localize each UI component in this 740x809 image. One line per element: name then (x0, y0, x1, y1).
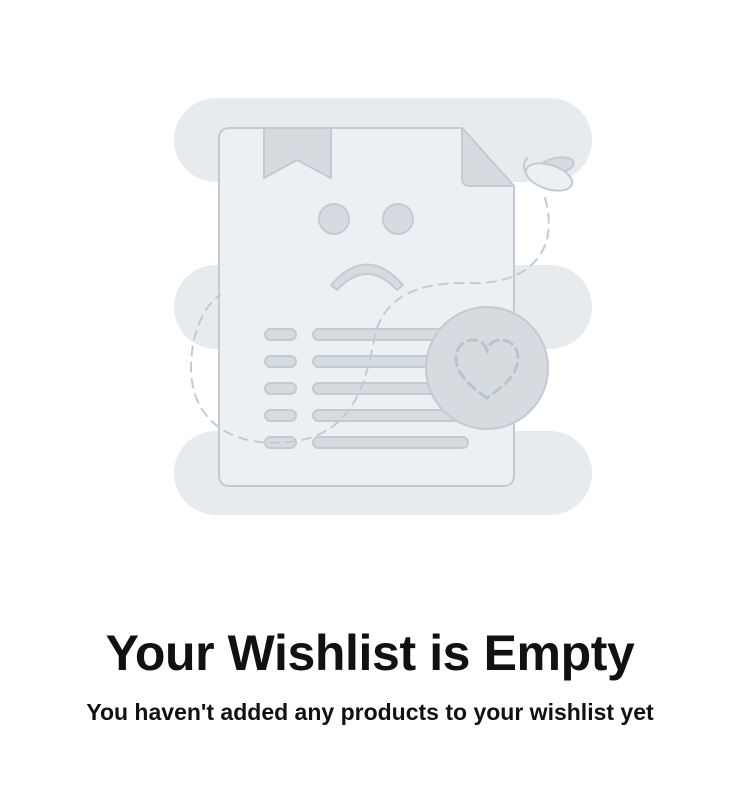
empty-wishlist-illustration (174, 98, 592, 515)
empty-state-title: Your Wishlist is Empty (105, 625, 635, 681)
heart-badge-icon (425, 306, 549, 430)
empty-state-message: You haven't added any products to your w… (86, 699, 654, 725)
wishlist-empty-state: Your Wishlist is Empty You haven't added… (0, 0, 740, 809)
document-icon (218, 127, 515, 487)
